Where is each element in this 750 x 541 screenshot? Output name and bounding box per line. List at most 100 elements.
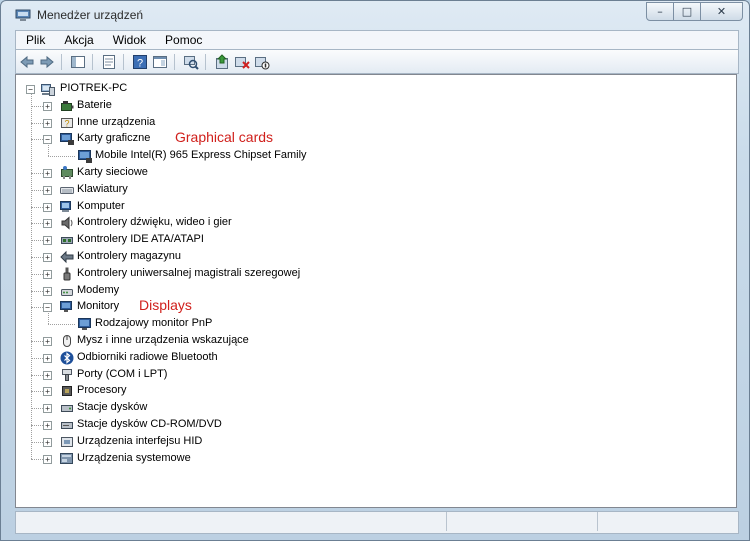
- tree-root-label[interactable]: PIOTREK-PC: [60, 82, 127, 94]
- expand-klawiatury-toggle[interactable]: +: [43, 185, 52, 195]
- tree-item-mysz-i-inne-urzadzenia-wskazujace[interactable]: Mysz i inne urządzenia wskazujące: [77, 334, 249, 346]
- maximize-button[interactable]: □: [673, 2, 701, 21]
- help-icon[interactable]: ?: [131, 53, 149, 71]
- tree-connector: [31, 425, 43, 426]
- window-title: Menedżer urządzeń: [37, 8, 144, 22]
- expand-stacje-dyskow-cd-rom-dvd-toggle[interactable]: +: [43, 421, 52, 430]
- tree-connector: [31, 223, 43, 225]
- display-adapter-icon: [60, 133, 74, 146]
- tree-item-urzadzenia-systemowe[interactable]: Urządzenia systemowe: [77, 452, 191, 464]
- device-manager-window: Menedżer urządzeń – □ ✕ Plik Akcja Widok…: [0, 0, 750, 541]
- expand-urzadzenia-interfejsu-hid-toggle[interactable]: +: [43, 437, 52, 447]
- bluetooth-icon: [60, 351, 74, 365]
- properties-icon[interactable]: [100, 53, 118, 71]
- port-icon: [62, 368, 72, 381]
- tree-connector: [31, 105, 43, 107]
- expand-komputer-toggle[interactable]: +: [43, 202, 52, 212]
- expand-mysz-i-inne-urzadzenia-wskazujace-toggle[interactable]: +: [43, 337, 52, 346]
- tree-item-urzadzenia-interfejsu-hid[interactable]: Urządzenia interfejsu HID: [77, 435, 202, 447]
- tree-item-procesory[interactable]: Procesory: [77, 384, 127, 396]
- uninstall-icon[interactable]: [233, 53, 251, 71]
- storage-controller-icon: [60, 250, 74, 264]
- status-bar: [15, 511, 739, 534]
- expand-baterie-toggle[interactable]: +: [43, 101, 52, 111]
- expand-kontrolery-dzwieku-wideo-i-gier-toggle[interactable]: +: [43, 219, 52, 229]
- menu-bar: Plik Akcja Widok Pomoc: [15, 30, 739, 49]
- tree-item-kontrolery-magazynu[interactable]: Kontrolery magazynu: [77, 250, 181, 262]
- tree-connector: [31, 307, 43, 309]
- tree-connector: [48, 324, 75, 326]
- tree-item-stacje-dyskow-cd-rom-dvd[interactable]: Stacje dysków CD-ROM/DVD: [77, 418, 222, 430]
- usb-icon: [63, 267, 71, 281]
- menu-action[interactable]: Akcja: [54, 33, 102, 47]
- tree-connector: [48, 311, 49, 325]
- tree-connector: [31, 441, 43, 443]
- disable-icon[interactable]: [253, 53, 271, 71]
- tree-connector: [31, 408, 43, 410]
- mouse-icon: [63, 335, 71, 347]
- expand-odbiorniki-radiowe-bluetooth-toggle[interactable]: +: [43, 353, 52, 363]
- toolbar: ?: [15, 49, 739, 74]
- menu-view[interactable]: Widok: [103, 33, 155, 47]
- forward-icon[interactable]: [38, 53, 56, 71]
- expand-urzadzenia-systemowe-toggle[interactable]: +: [43, 454, 52, 464]
- menu-help[interactable]: Pomoc: [155, 33, 211, 47]
- tree-connector: [31, 374, 43, 376]
- device-tree[interactable]: − PIOTREK-PC + Baterie +? Inne urządzenia − Kar…: [15, 74, 737, 508]
- svg-text:?: ?: [64, 118, 69, 128]
- scan-hardware-icon[interactable]: [182, 53, 200, 71]
- tree-item-odbiorniki-radiowe-bluetooth[interactable]: Odbiorniki radiowe Bluetooth: [77, 351, 218, 363]
- device-intel-965-chipset[interactable]: Mobile Intel(R) 965 Express Chipset Fami…: [95, 149, 307, 161]
- tree-item-monitory[interactable]: Monitory: [77, 300, 119, 312]
- expand-karty-sieciowe-toggle[interactable]: +: [43, 169, 52, 178]
- tree-item-modemy[interactable]: Modemy: [77, 284, 119, 296]
- tree-connector: [31, 290, 43, 292]
- toolbar-separator: [205, 53, 206, 70]
- tree-item-karty-sieciowe[interactable]: Karty sieciowe: [77, 166, 148, 178]
- expand-procesory-toggle[interactable]: +: [43, 387, 52, 397]
- tree-item-kontrolery-dzwieku-wideo-i-gier[interactable]: Kontrolery dźwięku, wideo i gier: [77, 216, 232, 228]
- tree-connector: [31, 341, 43, 342]
- title-bar[interactable]: Menedżer urządzeń – □ ✕: [1, 1, 749, 29]
- tree-item-inne-urzadzenia[interactable]: Inne urządzenia: [77, 116, 155, 128]
- expand-kontrolery-magazynu-toggle[interactable]: +: [43, 253, 52, 262]
- tree-item-komputer[interactable]: Komputer: [77, 200, 125, 212]
- expand-kontrolery-ide-ata-atapi-toggle[interactable]: +: [43, 236, 52, 246]
- tree-connector: [31, 391, 43, 393]
- tree-connector: [31, 139, 43, 141]
- modem-icon: [61, 288, 73, 296]
- tree-connector: [31, 122, 43, 124]
- display-adapter-device-icon: [78, 150, 92, 164]
- graphical-cards-annotation: Graphical cards: [175, 129, 274, 146]
- back-icon[interactable]: [18, 53, 36, 71]
- system-device-icon: [60, 452, 73, 464]
- expand-porty-com-i-lpt-toggle[interactable]: +: [43, 370, 52, 380]
- toolbar-separator: [123, 53, 124, 70]
- expand-inne-urzadzenia-toggle[interactable]: +: [43, 118, 52, 128]
- expand-kontrolery-uniwersalnej-magistrali-szeregowej-toggle[interactable]: +: [43, 269, 52, 279]
- computer-root-icon: [41, 84, 55, 96]
- tree-connector: [31, 273, 43, 275]
- tree-item-baterie[interactable]: Baterie: [77, 99, 112, 111]
- tree-connector: [31, 189, 43, 191]
- tree-item-karty-graficzne[interactable]: Karty graficzne: [77, 132, 150, 144]
- close-button[interactable]: ✕: [700, 2, 743, 21]
- tree-item-stacje-dyskow[interactable]: Stacje dysków: [77, 401, 147, 413]
- expand-stacje-dyskow-toggle[interactable]: +: [43, 404, 52, 414]
- menu-file[interactable]: Plik: [16, 33, 54, 47]
- update-driver-icon[interactable]: [213, 53, 231, 71]
- tree-item-klawiatury[interactable]: Klawiatury: [77, 183, 128, 195]
- tree-item-kontrolery-ide-ata-atapi[interactable]: Kontrolery IDE ATA/ATAPI: [77, 233, 204, 245]
- device-generic-pnp-monitor[interactable]: Rodzajowy monitor PnP: [95, 317, 212, 329]
- console-icon[interactable]: [151, 53, 169, 71]
- collapse-root-toggle[interactable]: −: [26, 85, 35, 94]
- expand-modemy-toggle[interactable]: +: [43, 286, 52, 296]
- speaker-icon: [61, 216, 73, 230]
- toolbar-separator: [61, 53, 62, 70]
- minimize-button[interactable]: –: [646, 2, 674, 21]
- monitor-icon: [60, 301, 72, 313]
- monitor-device-icon: [78, 318, 91, 331]
- tree-item-porty-com-i-lpt[interactable]: Porty (COM i LPT): [77, 368, 167, 380]
- show-hide-tree-icon[interactable]: [69, 53, 87, 71]
- tree-item-kontrolery-uniwersalnej-magistrali-szeregowej[interactable]: Kontrolery uniwersalnej magistrali szere…: [77, 267, 300, 279]
